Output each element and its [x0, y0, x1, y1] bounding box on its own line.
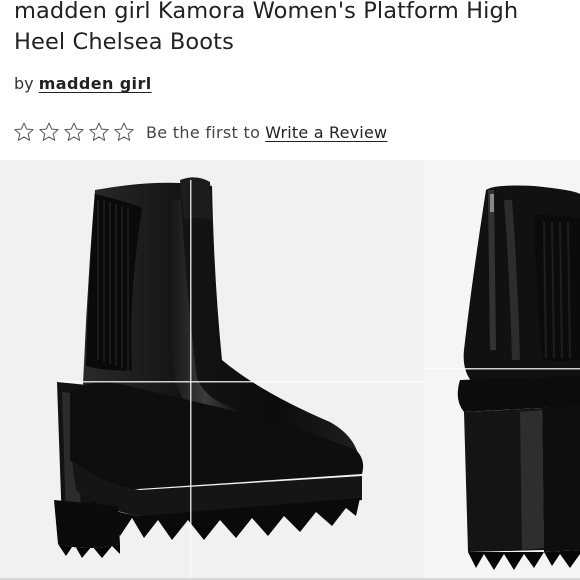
review-prompt-text: Be the first to: [146, 122, 261, 142]
write-review-link[interactable]: Write a Review: [265, 123, 387, 142]
star-icon: [13, 121, 35, 143]
star-icon: [88, 121, 110, 143]
star-icon: [63, 121, 85, 143]
review-prompt: Be the first to Write a Review: [146, 123, 387, 142]
product-image-main[interactable]: [0, 160, 424, 580]
star-icon: [113, 121, 135, 143]
star-icon: [38, 121, 60, 143]
product-image-next[interactable]: [424, 160, 580, 580]
star-rating[interactable]: [13, 121, 135, 143]
brand-link[interactable]: madden girl: [39, 74, 152, 93]
boot-side-image: [424, 160, 580, 580]
by-prefix: by: [14, 74, 34, 93]
boot-front-image: [0, 160, 424, 580]
product-image-gallery: [0, 160, 580, 580]
brand-byline: by madden girl: [14, 74, 152, 93]
rating-row: Be the first to Write a Review: [13, 118, 387, 146]
product-title: madden girl Kamora Women's Platform High…: [14, 0, 519, 55]
